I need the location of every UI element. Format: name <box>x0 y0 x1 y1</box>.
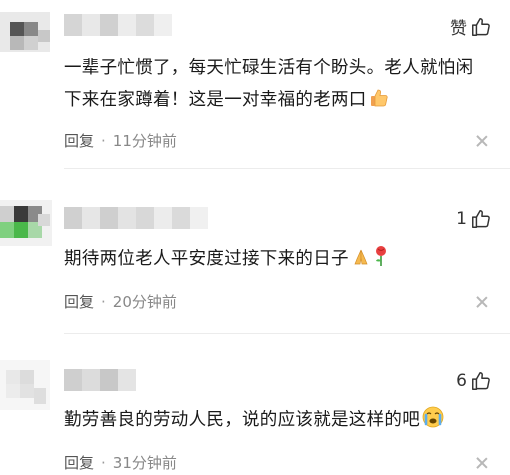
praying-hands-emoji <box>354 249 368 265</box>
comment-text: 一辈子忙惯了，每天忙碌生活有个盼头。老人就怕闲下来在家蹲着！这是一对幸福的老两口 <box>64 58 474 110</box>
avatar[interactable] <box>0 12 50 52</box>
like-count: 赞 <box>450 19 467 39</box>
reply-button[interactable]: 回复 <box>64 452 94 473</box>
username-blurred[interactable] <box>64 207 208 229</box>
comment-time: 31分钟前 <box>112 454 177 472</box>
divider <box>64 333 510 334</box>
comment-time: 20分钟前 <box>112 293 177 311</box>
like-button[interactable]: 1 <box>456 208 492 230</box>
thumbs-up-icon <box>472 372 490 390</box>
comment-text: 勤劳善良的劳动人民，说的应该就是这样的吧 <box>64 404 484 436</box>
close-icon[interactable] <box>476 135 488 147</box>
comment-meta: 回复 · 31分钟前 <box>64 452 177 473</box>
like-button[interactable]: 赞 <box>450 14 492 39</box>
username-blurred[interactable] <box>64 369 136 391</box>
avatar[interactable] <box>0 360 50 410</box>
reply-button[interactable]: 回复 <box>64 291 94 312</box>
like-count: 6 <box>456 371 467 391</box>
crying-face-emoji <box>422 406 444 428</box>
rose-emoji <box>375 246 386 266</box>
comment-text: 期待两位老人平安度过接下来的日子 <box>64 243 484 275</box>
divider <box>64 168 510 169</box>
close-icon[interactable] <box>476 296 488 308</box>
separator-dot: · <box>101 292 106 311</box>
close-icon[interactable] <box>476 457 488 469</box>
like-button[interactable]: 6 <box>456 370 492 392</box>
separator-dot: · <box>101 453 106 472</box>
username-blurred[interactable] <box>64 14 172 36</box>
separator-dot: · <box>101 131 106 150</box>
comment-meta: 回复 · 20分钟前 <box>64 291 177 312</box>
thumbs-up-icon <box>472 17 490 36</box>
like-count: 1 <box>456 209 467 229</box>
comment-meta: 回复 · 11分钟前 <box>64 130 177 151</box>
avatar[interactable] <box>0 200 52 246</box>
reply-button[interactable]: 回复 <box>64 130 94 151</box>
comment-time: 11分钟前 <box>112 132 177 150</box>
thumbs-up-icon <box>472 210 490 228</box>
thumbs-up-emoji <box>370 89 388 107</box>
